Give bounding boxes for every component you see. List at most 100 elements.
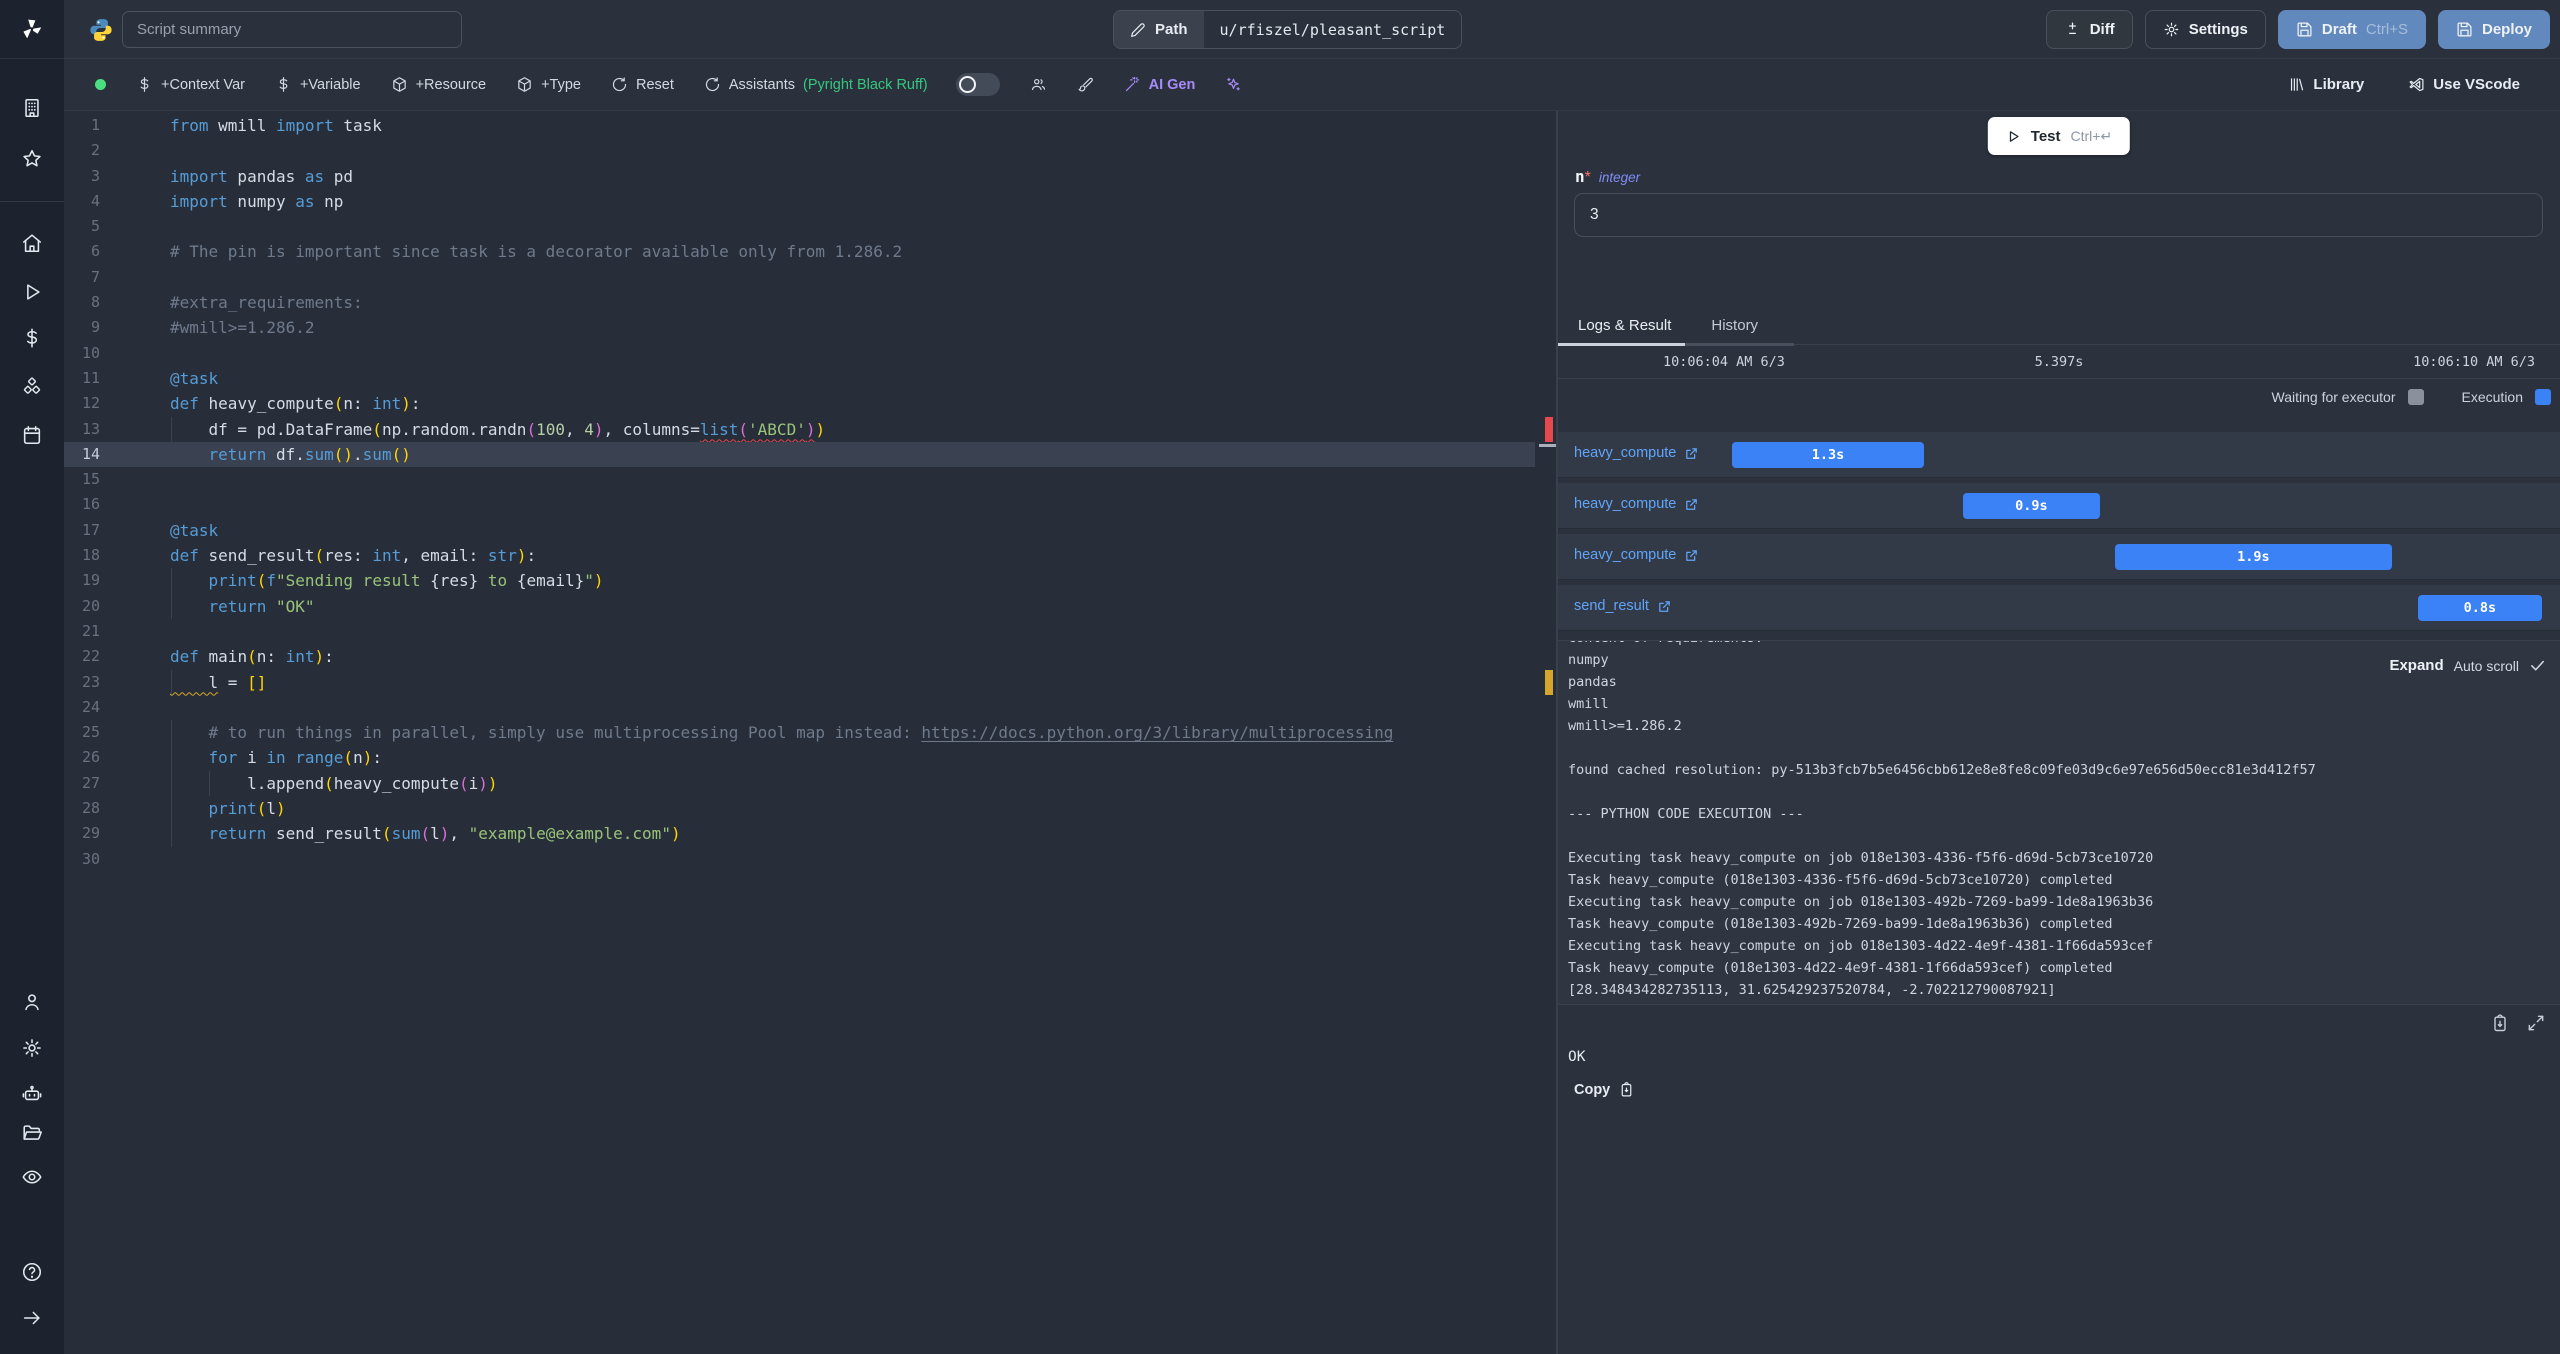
add-variable-button[interactable]: +Variable <box>275 76 361 93</box>
dollar-icon <box>279 77 288 92</box>
sidebar-item-variables[interactable] <box>0 318 64 358</box>
sidebar-item-workspace[interactable] <box>0 88 64 128</box>
execution-bar[interactable]: 1.9s <box>2115 544 2392 570</box>
add-resource-button[interactable]: +Resource <box>391 76 486 93</box>
gantt-row: heavy_compute 1.9s <box>1558 534 2560 580</box>
home-icon <box>22 234 42 253</box>
sidebar-item-folders[interactable] <box>0 1113 64 1153</box>
code-line[interactable]: 2 <box>64 138 1556 163</box>
code-line[interactable]: 13 df = pd.DataFrame(np.random.randn(100… <box>64 416 1556 442</box>
code-line[interactable]: 7 <box>64 265 1556 290</box>
tab-logs-result[interactable]: Logs & Result <box>1558 307 1692 346</box>
sidebar-item-home[interactable] <box>0 223 64 263</box>
ai-gen-button[interactable]: AI Gen <box>1124 76 1195 93</box>
settings-button[interactable]: Settings <box>2144 10 2266 49</box>
sidebar-item-favorites[interactable] <box>0 139 64 179</box>
code-line[interactable]: 22 def main(n: int): <box>64 644 1556 669</box>
code-line[interactable]: 10 <box>64 341 1556 366</box>
add-type-button[interactable]: +Type <box>516 76 581 93</box>
sidebar-item-audit[interactable] <box>0 1157 64 1197</box>
autoscroll-label[interactable]: Auto scroll <box>2454 658 2519 674</box>
code-line[interactable]: 5 <box>64 214 1556 239</box>
sidebar-item-resources[interactable] <box>0 367 64 407</box>
clipboard-icon[interactable] <box>2490 1013 2510 1033</box>
code-line[interactable]: 20 return "OK" <box>64 593 1556 619</box>
add-context-var-button[interactable]: +Context Var <box>136 76 245 93</box>
deploy-button[interactable]: Deploy <box>2437 10 2550 49</box>
code-line[interactable]: 24 <box>64 695 1556 720</box>
execution-bar[interactable]: 0.9s <box>1962 493 2101 519</box>
task-link[interactable]: heavy_compute <box>1574 445 1699 461</box>
ai-sparkles-button[interactable] <box>1225 76 1242 93</box>
code-line[interactable]: 19 print(f"Sending result {res} to {emai… <box>64 568 1556 594</box>
copy-result-button[interactable]: Copy <box>1574 1081 1635 1098</box>
code-line[interactable]: 23 l = [] <box>64 669 1556 695</box>
execution-bar[interactable]: 1.3s <box>1732 442 1924 468</box>
assistants-toggle[interactable] <box>955 73 1000 96</box>
code-line[interactable]: 16 <box>64 492 1556 517</box>
format-button[interactable] <box>1077 76 1094 93</box>
library-button[interactable]: Library <box>2288 76 2364 93</box>
sidebar-item-account[interactable] <box>0 982 64 1022</box>
windmill-logo[interactable] <box>0 0 64 59</box>
line-number: 29 <box>81 824 100 843</box>
test-button[interactable]: Test Ctrl+↵ <box>1987 117 2131 155</box>
reset-button[interactable]: Reset <box>611 76 674 93</box>
code-line[interactable]: 9 #wmill>=1.286.2 <box>64 315 1556 340</box>
code-line[interactable]: 11 @task <box>64 366 1556 391</box>
task-link[interactable]: heavy_compute <box>1574 547 1699 563</box>
code-line[interactable]: 12 def heavy_compute(n: int): <box>64 391 1556 416</box>
multiplayer-button[interactable] <box>1030 76 1047 93</box>
code-line[interactable]: 3 import pandas as pd <box>64 164 1556 189</box>
folder-open-icon <box>23 1125 42 1140</box>
code-line[interactable]: 18 def send_result(res: int, email: str): <box>64 543 1556 568</box>
code-line[interactable]: 21 <box>64 619 1556 644</box>
code-editor[interactable]: 1 from wmill import task 2 3 import pandas a… <box>64 111 1556 1354</box>
script-summary-input[interactable]: Script summary <box>122 11 462 48</box>
task-link[interactable]: send_result <box>1574 598 1672 614</box>
sidebar-item-runs[interactable] <box>0 272 64 312</box>
line-number: 24 <box>81 697 100 716</box>
line-number: 5 <box>90 217 100 236</box>
sidebar-item-help[interactable] <box>0 1252 64 1292</box>
path-control: Path u/rfiszel/pleasant_script <box>1113 10 1463 49</box>
code-line[interactable]: 27 l.append(heavy_compute(i)) <box>64 770 1556 797</box>
path-edit-button[interactable]: Path <box>1114 11 1204 48</box>
expand-logs-button[interactable]: Expand <box>2389 657 2443 674</box>
python-icon <box>90 19 112 41</box>
editor-overview-ruler[interactable] <box>1535 111 1556 1354</box>
user-icon <box>25 994 39 1011</box>
code-line[interactable]: 25 # to run things in parallel, simply u… <box>64 720 1556 746</box>
arg-n-input[interactable]: 3 <box>1574 193 2543 237</box>
left-sidebar <box>0 0 64 1354</box>
draft-button[interactable]: Draft Ctrl+S <box>2277 10 2426 49</box>
code-line[interactable]: 6 # The pin is important since task is a … <box>64 239 1556 264</box>
log-output[interactable]: content of requirements: numpy pandas wm… <box>1558 640 2560 1005</box>
execution-bar[interactable]: 0.8s <box>2417 595 2542 621</box>
arg-type: integer <box>1598 170 1641 185</box>
code-line[interactable]: 4 import numpy as np <box>64 189 1556 214</box>
code-line[interactable]: 30 <box>64 847 1556 872</box>
diff-button[interactable]: Diff <box>2045 10 2133 49</box>
assistants-button[interactable]: Assistants (Pyright Black Ruff) <box>704 76 928 93</box>
calendar-icon <box>23 425 41 445</box>
maximize-icon[interactable] <box>2526 1013 2546 1033</box>
task-link[interactable]: heavy_compute <box>1574 496 1699 512</box>
code-line[interactable]: 8 #extra_requirements: <box>64 290 1556 315</box>
line-number: 15 <box>81 470 100 489</box>
code-line[interactable]: 17 @task <box>64 518 1556 543</box>
use-vscode-button[interactable]: Use VScode <box>2408 76 2520 93</box>
code-lines: 1 from wmill import task 2 3 import pandas a… <box>64 113 1556 872</box>
code-line[interactable]: 26 for i in range(n): <box>64 745 1556 771</box>
tab-history[interactable]: History <box>1685 307 1794 346</box>
sidebar-item-workers[interactable] <box>0 1073 64 1113</box>
sidebar-item-schedules[interactable] <box>0 415 64 455</box>
code-line[interactable]: 28 print(l) <box>64 796 1556 822</box>
code-line[interactable]: 14 return df.sum().sum() <box>64 441 1556 468</box>
sidebar-item-settings[interactable] <box>0 1028 64 1068</box>
sidebar-collapse[interactable] <box>0 1298 64 1338</box>
code-line[interactable]: 15 <box>64 467 1556 492</box>
code-line[interactable]: 29 return send_result(sum(l), "example@e… <box>64 821 1556 847</box>
code-line[interactable]: 1 from wmill import task <box>64 113 1556 138</box>
legend-waiting-label: Waiting for executor <box>2271 389 2396 405</box>
